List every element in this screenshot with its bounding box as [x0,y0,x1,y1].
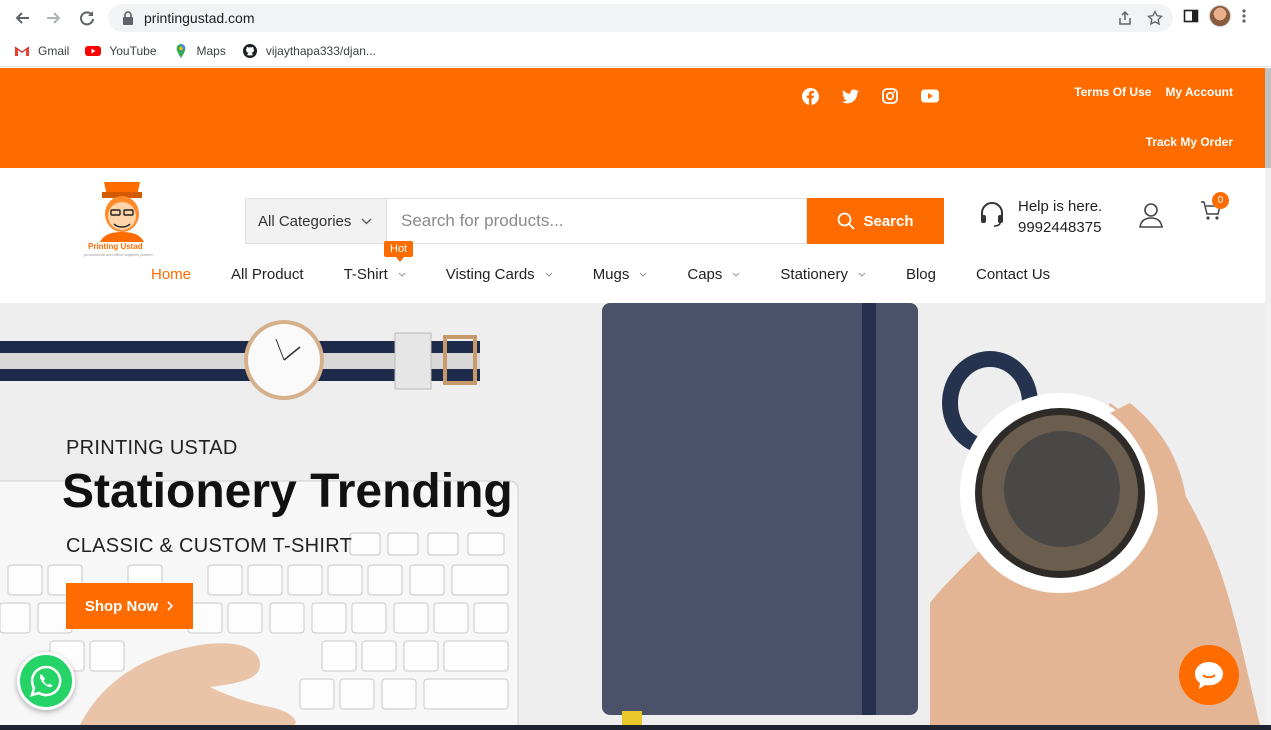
help-block: Help is here. 9992448375 [978,196,1102,238]
youtube-icon [85,46,102,56]
maps-icon [176,44,185,58]
hero-subtitle: CLASSIC & CUSTOM T-SHIRT [66,535,353,557]
nav-label: Stationery [780,266,848,283]
nav-label: Visting Cards [445,266,535,283]
lock-icon [123,11,133,25]
chevron-down-icon [733,272,740,277]
chevron-down-icon [398,272,406,277]
search-button-label: Search [863,212,914,230]
bookmark-label: vijaythapa333/djan... [265,44,376,58]
bookmark-label: Maps [196,44,226,58]
hero-bottom-strip [0,725,1271,730]
shop-now-button[interactable]: Shop Now [66,583,193,629]
nav-item-t-shirt[interactable]: T-Shirt [344,266,406,283]
shop-now-label: Shop Now [84,597,159,615]
browser-toolbar: printingustad.com [0,0,1271,36]
chevron-down-icon [545,272,553,277]
back-arrow-icon[interactable] [10,6,34,30]
chevron-down-icon [858,272,866,277]
bookmark-youtube[interactable]: YouTube [85,44,157,58]
gmail-icon [14,46,30,56]
menu-dots-icon[interactable] [1241,8,1247,24]
logo-tagline: promotional and office supplies partner [84,252,153,257]
whatsapp-icon [30,665,62,697]
nav-item-mugs[interactable]: Mugs [593,266,648,283]
cart-count-badge: 0 [1212,192,1229,209]
search-button[interactable]: Search [807,198,944,244]
bookmark-label: YouTube [109,44,157,58]
hero-kicker: PRINTING USTAD [66,437,238,459]
github-icon [242,44,257,58]
nav-label: Caps [687,266,723,283]
youtube-icon[interactable] [921,87,939,105]
chat-bubble-icon [1195,662,1223,689]
terms-of-use-link[interactable]: Terms Of Use [1074,85,1151,99]
bookmarks-bar: Gmail YouTube Maps vijaythapa333/djan... [0,36,1271,67]
nav-label: Mugs [592,266,630,283]
nav-item-caps[interactable]: Caps [687,266,740,283]
social-links [801,87,939,105]
nav-label: All Product [231,266,304,283]
share-icon[interactable] [1117,10,1133,26]
chevron-right-icon [167,601,174,611]
chevron-down-icon [640,272,647,277]
chevron-down-icon [361,218,372,224]
top-bar: Terms Of Use My Account Track My Order [0,68,1265,168]
hot-badge: Hot [384,241,414,262]
nav-item-all-product[interactable]: All Product [231,266,304,283]
chat-widget-button[interactable] [1179,645,1239,705]
instagram-icon[interactable] [881,87,899,105]
profile-avatar[interactable] [1209,5,1231,27]
category-select[interactable]: All Categories [245,198,386,244]
nav-item-blog[interactable]: Blog [906,266,936,283]
nav-label: Home [151,266,192,283]
track-order-link[interactable]: Track My Order [1146,135,1233,149]
nav-label: T-Shirt [343,266,388,283]
whatsapp-button[interactable] [17,652,75,710]
star-icon[interactable] [1147,10,1163,26]
category-select-value: All Categories [258,212,352,230]
user-icon[interactable] [1139,202,1163,228]
help-title: Help is here. [1018,198,1103,215]
nav-item-visting-cards[interactable]: Visting Cards [446,266,553,283]
help-phone[interactable]: 9992448375 [1018,217,1102,238]
bookmark-maps[interactable]: Maps [173,44,226,58]
main-nav: Home All Product T-Shirt Visting Cards M… [151,266,1090,283]
my-account-link[interactable]: My Account [1165,85,1233,99]
reload-icon[interactable] [75,6,99,30]
side-panel-icon[interactable] [1183,8,1199,24]
nav-label: Blog [905,266,936,283]
nav-item-stationery[interactable]: Stationery [780,266,866,283]
scrollbar-thumb[interactable] [1265,68,1271,168]
facebook-icon[interactable] [801,87,819,105]
bookmark-gmail[interactable]: Gmail [14,44,69,58]
search-input[interactable] [386,198,807,244]
logo-text: Printing Ustad [88,242,143,251]
twitter-icon[interactable] [841,87,859,105]
headset-icon [981,202,1003,227]
page-scrollbar[interactable] [1265,68,1271,730]
forward-arrow-icon[interactable] [42,6,66,30]
url-text: printingustad.com [144,10,255,26]
nav-item-home[interactable]: Home [151,266,191,283]
bookmark-label: Gmail [38,44,70,58]
bookmark-github[interactable]: vijaythapa333/djan... [242,44,376,58]
nav-label: Contact Us [975,266,1051,283]
hero-title: Stationery Trending [62,465,513,518]
nav-item-contact-us[interactable]: Contact Us [976,266,1050,283]
address-bar[interactable]: printingustad.com [108,4,1173,32]
search-icon [838,212,856,230]
